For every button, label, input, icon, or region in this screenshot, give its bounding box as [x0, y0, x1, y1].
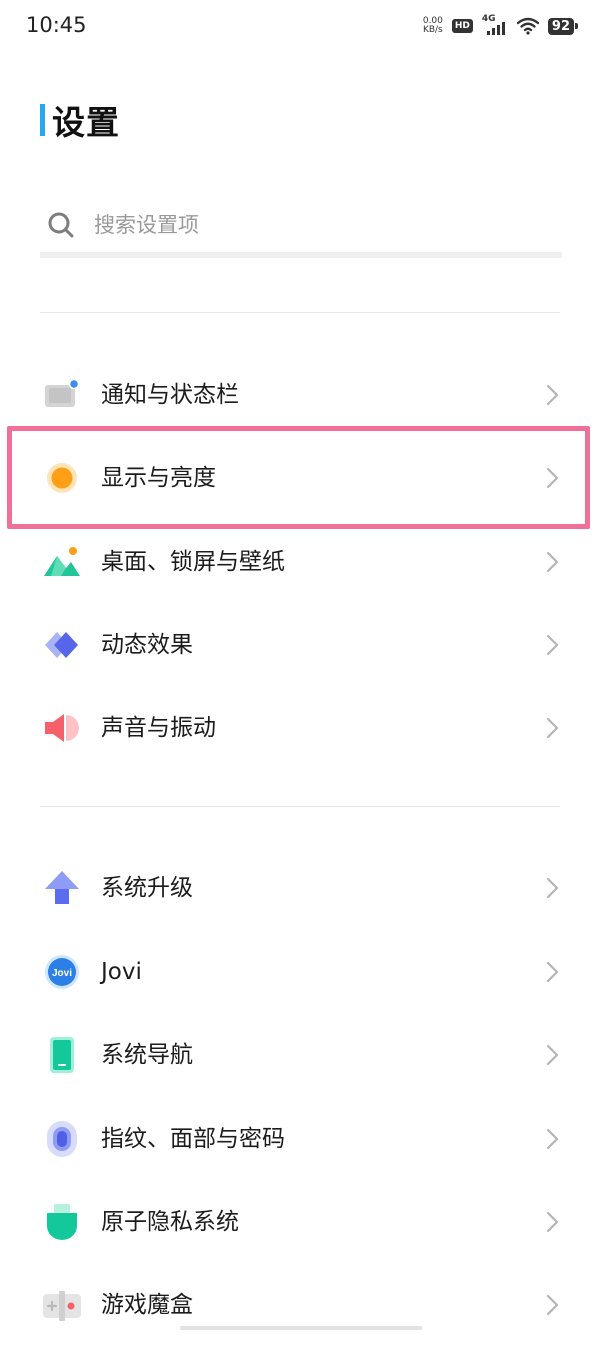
settings-item-label: 桌面、锁屏与壁纸	[101, 549, 285, 575]
4g-signal-icon: 4G	[482, 14, 508, 37]
status-time: 10:45	[26, 13, 87, 37]
settings-item-jovi[interactable]: Jovi Jovi	[0, 930, 600, 1014]
wallpaper-icon	[44, 547, 80, 576]
chevron-right-icon	[546, 877, 559, 899]
settings-item-label: Jovi	[101, 959, 142, 985]
settings-item-display-brightness[interactable]: 显示与亮度	[0, 436, 600, 520]
chevron-right-icon	[546, 1044, 559, 1066]
section-divider	[40, 806, 560, 807]
motion-effects-icon	[45, 632, 78, 658]
settings-item-label: 声音与振动	[101, 715, 216, 741]
notification-icon	[45, 378, 80, 407]
settings-item-label: 显示与亮度	[101, 465, 216, 491]
network-speed-unit: KB/s	[422, 25, 443, 35]
fingerprint-icon	[47, 1121, 77, 1157]
page-header: 设置	[40, 100, 120, 142]
search-input[interactable]	[94, 210, 534, 240]
search-underline	[40, 252, 562, 258]
settings-item-label: 通知与状态栏	[101, 382, 239, 408]
game-box-icon	[43, 1291, 81, 1321]
settings-item-game-box[interactable]: 游戏魔盒	[0, 1263, 600, 1347]
network-speed: 0.00 KB/s	[423, 17, 443, 35]
settings-item-notifications[interactable]: 通知与状态栏	[0, 353, 600, 437]
privacy-icon	[47, 1204, 77, 1240]
system-update-icon	[45, 871, 79, 904]
settings-item-label: 游戏魔盒	[101, 1292, 193, 1318]
display-brightness-icon	[47, 463, 77, 493]
system-navigation-icon	[50, 1037, 74, 1073]
status-bar: 10:45 0.00 KB/s HD 4G 92	[0, 0, 600, 52]
sound-icon	[45, 714, 79, 742]
settings-item-label: 原子隐私系统	[101, 1209, 239, 1235]
settings-item-wallpaper[interactable]: 桌面、锁屏与壁纸	[0, 520, 600, 604]
settings-item-motion-effects[interactable]: 动态效果	[0, 603, 600, 687]
chevron-right-icon	[546, 961, 559, 983]
chevron-right-icon	[546, 1211, 559, 1233]
settings-item-system-update[interactable]: 系统升级	[0, 846, 600, 930]
battery-icon: 92	[547, 17, 579, 35]
search-icon	[48, 212, 74, 238]
settings-item-label: 系统导航	[101, 1042, 193, 1068]
chevron-right-icon	[546, 717, 559, 739]
wifi-icon	[516, 17, 539, 35]
jovi-icon-text: Jovi	[52, 968, 72, 979]
settings-item-label: 系统升级	[101, 875, 193, 901]
hd-icon: HD	[451, 19, 473, 33]
settings-item-label: 指纹、面部与密码	[101, 1126, 285, 1152]
chevron-right-icon	[546, 467, 559, 489]
chevron-right-icon	[546, 384, 559, 406]
settings-item-label: 动态效果	[101, 632, 193, 658]
settings-item-sound[interactable]: 声音与振动	[0, 686, 600, 770]
settings-item-system-navigation[interactable]: 系统导航	[0, 1013, 600, 1097]
chevron-right-icon	[546, 1294, 559, 1316]
status-icons: 0.00 KB/s HD 4G 92	[423, 14, 579, 38]
title-accent-bar	[40, 104, 45, 136]
jovi-icon: Jovi	[45, 955, 79, 989]
chevron-right-icon	[546, 634, 559, 656]
settings-item-privacy[interactable]: 原子隐私系统	[0, 1180, 600, 1264]
settings-item-fingerprint[interactable]: 指纹、面部与密码	[0, 1097, 600, 1181]
search-bar[interactable]	[40, 196, 562, 258]
chevron-right-icon	[546, 551, 559, 573]
page-title: 设置	[52, 103, 120, 142]
section-divider	[40, 312, 560, 313]
chevron-right-icon	[546, 1128, 559, 1150]
home-indicator[interactable]	[180, 1326, 422, 1330]
